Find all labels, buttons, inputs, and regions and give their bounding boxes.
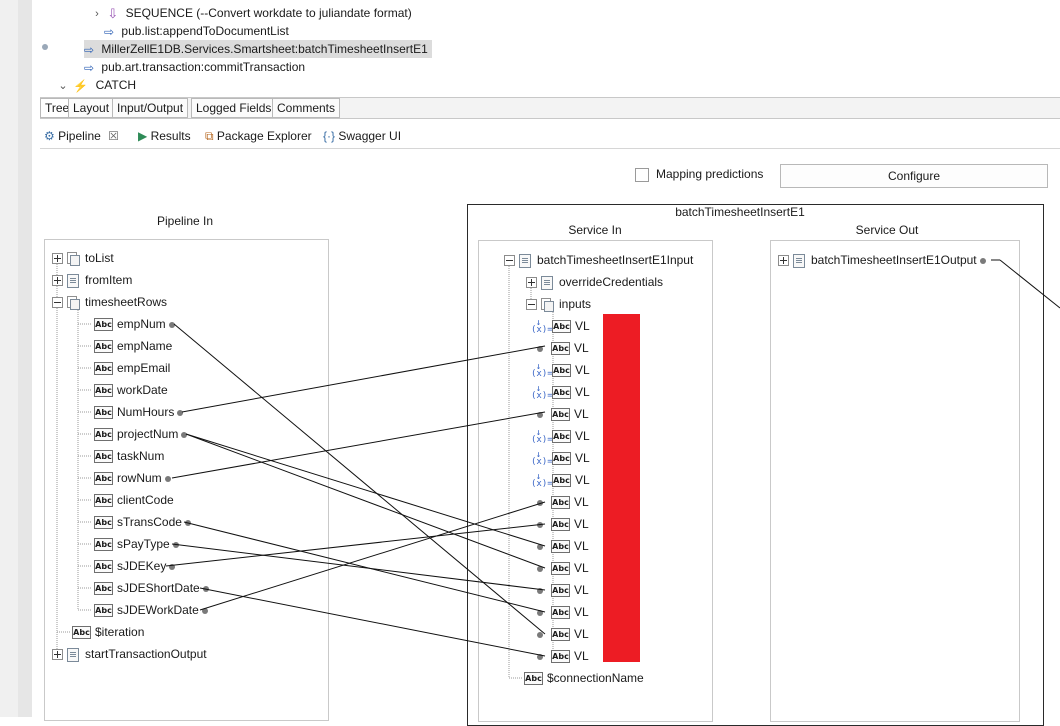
map-line bbox=[185, 433, 546, 547]
map-line bbox=[199, 587, 546, 657]
mapping-lines bbox=[165, 259, 1060, 657]
map-line bbox=[181, 345, 546, 413]
map-line bbox=[999, 259, 1060, 309]
map-line bbox=[171, 543, 546, 591]
map-line bbox=[171, 411, 546, 479]
map-line bbox=[173, 323, 546, 635]
map-line bbox=[165, 523, 546, 567]
map-line bbox=[185, 433, 546, 569]
